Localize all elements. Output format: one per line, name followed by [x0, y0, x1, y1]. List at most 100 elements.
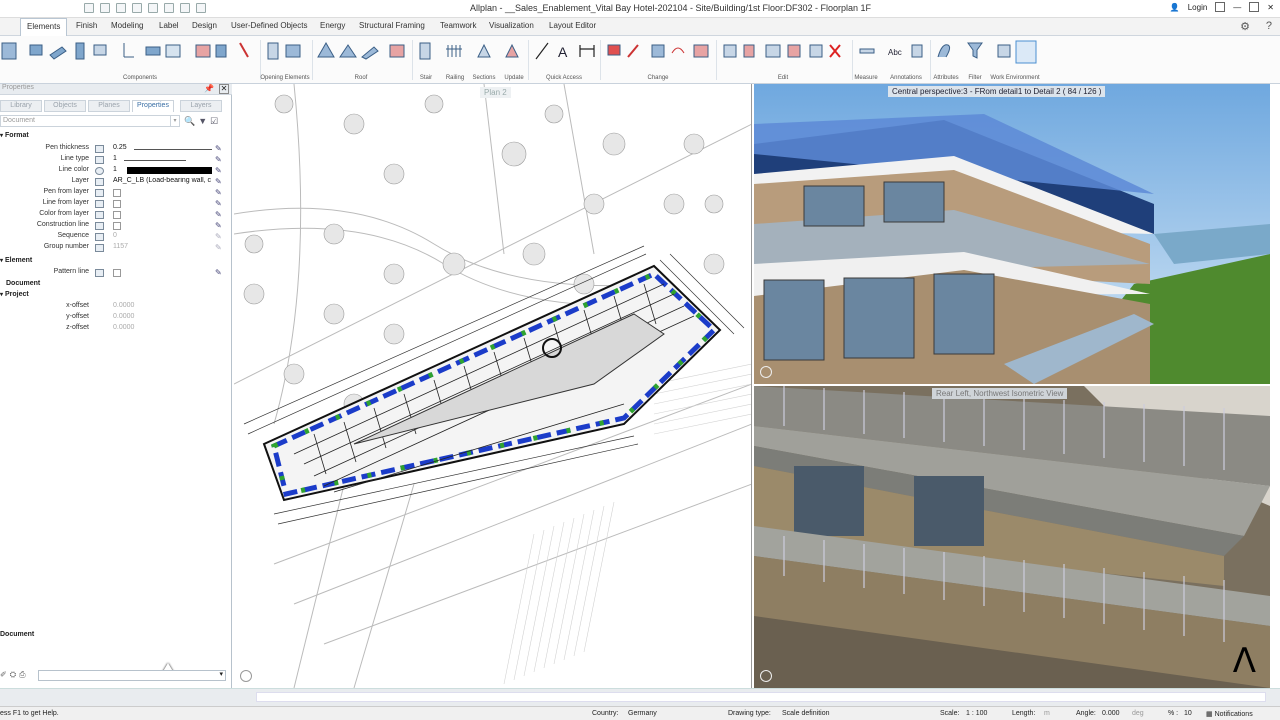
user-icon[interactable]: 👤	[1170, 3, 1180, 12]
save-favorite-icon[interactable]: ⎙	[19, 670, 25, 680]
tools-icon[interactable]	[196, 3, 206, 13]
section-document[interactable]: Document	[6, 280, 40, 287]
property-row-group-number[interactable]: Group number 1157 ✎	[0, 243, 230, 254]
open-file-icon[interactable]	[100, 3, 110, 13]
notifications-button[interactable]: ▦ Notifications	[1206, 710, 1253, 718]
tab-properties[interactable]: Properties	[132, 100, 174, 112]
property-value[interactable]: 0.0000	[113, 324, 211, 331]
camera-icon[interactable]	[760, 670, 772, 682]
print-icon[interactable]	[164, 3, 174, 13]
stair-railing-icons[interactable]	[419, 42, 519, 60]
tab-layout-editor[interactable]: Layout Editor	[549, 21, 596, 30]
tab-user-defined-objects[interactable]: User-Defined Objects	[231, 21, 307, 30]
property-row-pen-from-layer[interactable]: Pen from layer ✎	[0, 188, 230, 199]
property-row-layer[interactable]: Layer AR_C_LB (Load-bearing wall, c ✎	[0, 177, 230, 188]
angle-value[interactable]: 0.000	[1102, 710, 1120, 717]
property-value[interactable]: 0.0000	[113, 313, 211, 320]
favorite-icon[interactable]: ✐	[0, 670, 7, 680]
roof-icons[interactable]	[317, 41, 405, 60]
pipette-icon[interactable]: ✎	[215, 188, 222, 197]
navigation-compass-icon[interactable]	[240, 670, 252, 682]
property-row-line-type[interactable]: Line type 1 ✎	[0, 155, 230, 166]
property-row-x-offset[interactable]: x-offset 0.0000	[0, 302, 230, 313]
maximize-button[interactable]	[1249, 2, 1260, 12]
color-from-layer-checkbox[interactable]	[113, 211, 121, 219]
pipette-icon[interactable]: ✎	[215, 210, 222, 219]
cursor-icon[interactable]	[180, 3, 190, 13]
scale-value[interactable]: 1 : 100	[966, 710, 987, 717]
checkbox-icon[interactable]: ☑	[210, 116, 218, 127]
tab-structural-framing[interactable]: Structural Framing	[359, 21, 425, 30]
pipette-icon[interactable]: ✎	[215, 166, 222, 175]
favorites-select[interactable]	[38, 670, 226, 681]
document-select[interactable]: Document ▾	[0, 115, 180, 127]
tab-teamwork[interactable]: Teamwork	[440, 21, 476, 30]
close-button[interactable]: ✕	[1267, 3, 1274, 12]
line-from-layer-checkbox[interactable]	[113, 200, 121, 208]
tab-library[interactable]: Library	[0, 100, 42, 112]
tab-modeling[interactable]: Modeling	[111, 21, 143, 30]
construction-line-checkbox[interactable]	[113, 222, 121, 230]
angle-unit[interactable]: deg	[1132, 710, 1144, 717]
property-row-y-offset[interactable]: y-offset 0.0000	[0, 313, 230, 324]
floorplan-viewport[interactable]: Plan 2	[234, 84, 752, 688]
quick-access-icons[interactable]: A	[535, 42, 595, 60]
load-icon[interactable]: ⛭	[10, 670, 16, 680]
pin-icon[interactable]: 📌	[204, 84, 214, 93]
percent-value[interactable]: 10	[1184, 710, 1192, 717]
property-row-sequence[interactable]: Sequence 0 ✎	[0, 232, 230, 243]
palette-close-button[interactable]: ✕	[219, 84, 229, 94]
pipette-icon[interactable]: ✎	[215, 177, 222, 186]
property-row-pen-thickness[interactable]: Pen thickness 0.25 ✎	[0, 144, 230, 155]
zoom-select-icon[interactable]: 🔍	[184, 116, 195, 127]
length-unit[interactable]: m	[1044, 710, 1050, 717]
perspective-viewport[interactable]: Central perspective:3 - FRom detail1 to …	[754, 84, 1270, 384]
pipette-icon[interactable]: ✎	[215, 155, 222, 164]
section-project[interactable]: ▾ Project	[0, 291, 29, 298]
drawing-type-value[interactable]: Scale definition	[782, 710, 829, 717]
edit-icons[interactable]	[723, 44, 841, 58]
help-icon[interactable]	[1215, 2, 1226, 12]
tab-planes[interactable]: Planes	[88, 100, 130, 112]
change-icons[interactable]	[607, 44, 709, 58]
property-row-line-from-layer[interactable]: Line from layer ✎	[0, 199, 230, 210]
property-row-pattern-line[interactable]: Pattern line ✎	[0, 268, 230, 279]
tab-label[interactable]: Label	[159, 21, 179, 30]
save-icon[interactable]	[116, 3, 126, 13]
new-file-icon[interactable]	[84, 3, 94, 13]
login-link[interactable]: Login	[1188, 3, 1208, 12]
pipette-icon[interactable]: ✎	[215, 199, 222, 208]
undo-icon[interactable]	[132, 3, 142, 13]
property-value[interactable]: AR_C_LB (Load-bearing wall, c	[113, 177, 211, 184]
minimize-button[interactable]: —	[1233, 3, 1241, 12]
tab-visualization[interactable]: Visualization	[489, 21, 534, 30]
pipette-icon[interactable]: ✎	[215, 232, 222, 241]
measure-annotation-icons[interactable]: Abc	[859, 40, 1037, 64]
property-row-color-from-layer[interactable]: Color from layer ✎	[0, 210, 230, 221]
tab-layers[interactable]: Layers	[180, 100, 222, 112]
section-element[interactable]: ▾ Element	[0, 257, 32, 264]
tab-design[interactable]: Design	[192, 21, 217, 30]
settings-gear-icon[interactable]: ⚙	[1240, 20, 1250, 33]
pipette-icon[interactable]: ✎	[215, 221, 222, 230]
components-icons[interactable]	[1, 42, 181, 60]
property-row-construction-line[interactable]: Construction line ✎	[0, 221, 230, 232]
country-value[interactable]: Germany	[628, 710, 657, 717]
redo-icon[interactable]	[148, 3, 158, 13]
pen-from-layer-checkbox[interactable]	[113, 189, 121, 197]
pipette-icon[interactable]: ✎	[215, 243, 222, 252]
tab-energy[interactable]: Energy	[320, 21, 345, 30]
pipette-icon[interactable]: ✎	[215, 144, 222, 153]
pipette-icon[interactable]: ✎	[215, 268, 222, 277]
tab-elements[interactable]: Elements	[20, 18, 68, 36]
help-question-icon[interactable]: ?	[1266, 20, 1272, 32]
property-value[interactable]: 0.0000	[113, 302, 211, 309]
section-format[interactable]: ▾ Format	[0, 132, 29, 139]
chevron-down-icon[interactable]: ▾	[170, 116, 179, 126]
tab-objects[interactable]: Objects	[44, 100, 86, 112]
opening-icons[interactable]	[195, 42, 301, 60]
isometric-viewport[interactable]: Rear Left, Northwest Isometric View Λ	[754, 386, 1270, 688]
property-value[interactable]: 0	[113, 232, 211, 239]
property-row-z-offset[interactable]: z-offset 0.0000	[0, 324, 230, 335]
property-value[interactable]: 1157	[113, 243, 211, 250]
